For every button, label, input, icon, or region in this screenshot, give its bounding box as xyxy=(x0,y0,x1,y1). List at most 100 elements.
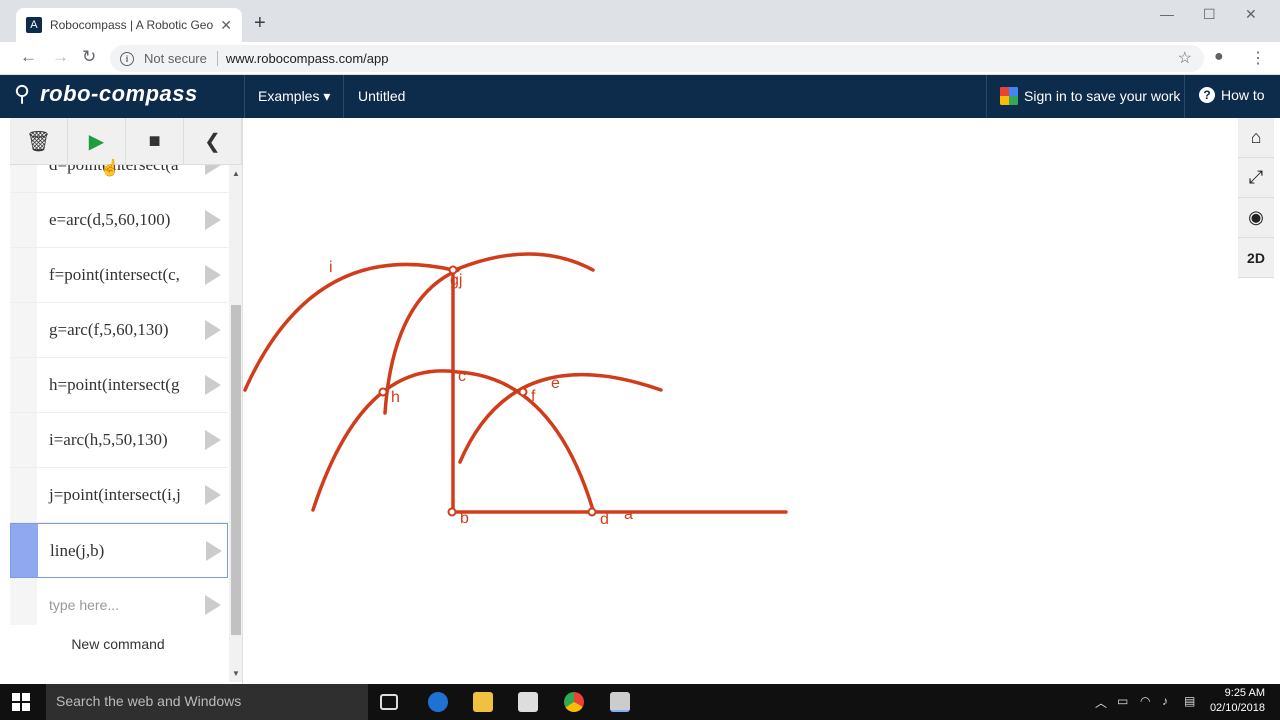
tray-chevron-icon[interactable]: ︿ xyxy=(1095,694,1107,711)
brand[interactable]: ⚲ robo-compass xyxy=(14,81,198,107)
battery-icon[interactable]: ▭ xyxy=(1117,694,1128,708)
security-label: Not secure xyxy=(144,51,218,66)
command-text[interactable]: j=point(intersect(i,j xyxy=(37,485,195,505)
scroll-thumb[interactable] xyxy=(231,305,241,635)
scroll-down-icon[interactable]: ▼ xyxy=(232,669,240,678)
run-command-icon[interactable] xyxy=(205,595,221,615)
app-window-icon[interactable] xyxy=(610,692,630,712)
command-text[interactable]: i=arc(h,5,50,130) xyxy=(37,430,195,450)
notifications-icon[interactable]: ▤ xyxy=(1184,694,1195,708)
run-command-icon[interactable] xyxy=(205,375,221,395)
command-gutter xyxy=(10,165,37,192)
command-row[interactable]: e=arc(d,5,60,100) xyxy=(10,193,228,248)
left-edge-strip xyxy=(0,118,10,684)
new-tab-button[interactable]: + xyxy=(254,12,266,35)
favicon-icon: A xyxy=(26,17,42,33)
trash-icon[interactable]: 🗑 xyxy=(10,118,68,165)
sign-in-label: Sign in to save your work xyxy=(1024,88,1181,104)
command-input-row[interactable]: type here... xyxy=(10,578,228,625)
how-to-button[interactable]: ? How to xyxy=(1199,87,1265,103)
clock[interactable]: 9:25 AM 02/10/2018 xyxy=(1205,686,1265,716)
reload-icon[interactable]: ↻ xyxy=(82,47,96,67)
drawing-canvas[interactable]: i gj c h f e b d a xyxy=(243,118,1280,684)
command-row[interactable]: i=arc(h,5,50,130) xyxy=(10,413,228,468)
address-bar[interactable]: i Not secure www.robocompass.com/app ☆ xyxy=(110,45,1204,72)
maximize-icon[interactable]: ☐ xyxy=(1203,6,1216,23)
label-i: i xyxy=(329,259,333,276)
side-toolbar: ⌂ ⤢ ◉ 2D xyxy=(1238,118,1274,278)
point-f xyxy=(518,387,528,397)
command-text[interactable]: f=point(intersect(c, xyxy=(37,265,195,285)
run-command-icon[interactable] xyxy=(205,485,221,505)
scroll-up-icon[interactable]: ▲ xyxy=(232,169,240,178)
sign-in-button[interactable]: Sign in to save your work xyxy=(1000,87,1180,105)
run-command-icon[interactable] xyxy=(205,265,221,285)
label-a: a xyxy=(624,506,633,523)
command-gutter xyxy=(11,524,38,577)
command-input[interactable]: type here... xyxy=(37,597,195,613)
label-b: b xyxy=(460,510,469,527)
screen: A Robocompass | A Robotic Geome ✕ + — ☐ … xyxy=(0,0,1280,720)
chrome-icon[interactable] xyxy=(564,692,584,712)
construction-drawing: i gj c h f e b d a xyxy=(243,252,788,528)
bookmark-star-icon[interactable]: ☆ xyxy=(1178,48,1192,68)
collapse-icon[interactable]: ❮ xyxy=(184,118,242,165)
header-divider xyxy=(1184,75,1185,118)
header-divider xyxy=(244,75,245,118)
point-h xyxy=(378,387,388,397)
stop-icon[interactable]: ■ xyxy=(126,118,184,165)
new-command-button[interactable]: New command xyxy=(10,636,226,652)
windows-start-icon[interactable] xyxy=(12,693,30,711)
point-b xyxy=(447,507,457,517)
run-command-icon[interactable] xyxy=(205,430,221,450)
label-gj: gj xyxy=(450,272,462,289)
command-text[interactable]: g=arc(f,5,60,130) xyxy=(37,320,195,340)
header-divider xyxy=(343,75,344,118)
command-list: d=point(intersect(a e=arc(d,5,60,100) f=… xyxy=(10,165,228,625)
close-tab-icon[interactable]: ✕ xyxy=(220,17,232,34)
command-text[interactable]: h=point(intersect(g xyxy=(37,375,195,395)
label-d: d xyxy=(600,511,609,528)
command-gutter xyxy=(10,248,37,302)
run-command-icon[interactable] xyxy=(205,320,221,340)
command-row[interactable]: f=point(intersect(c, xyxy=(10,248,228,303)
info-icon[interactable]: i xyxy=(120,51,134,66)
command-gutter xyxy=(10,358,37,412)
mouse-cursor-icon: ☝ xyxy=(100,160,120,177)
command-text[interactable]: line(j,b) xyxy=(38,541,196,561)
menu-dots-icon[interactable]: ⋮ xyxy=(1250,48,1266,68)
run-command-icon[interactable] xyxy=(206,540,222,561)
fullscreen-icon[interactable]: ⤢ xyxy=(1238,158,1274,198)
browser-tab[interactable]: A Robocompass | A Robotic Geome ✕ xyxy=(16,8,242,42)
forward-icon[interactable]: → xyxy=(52,47,69,67)
minimize-icon[interactable]: — xyxy=(1160,6,1174,22)
command-scrollbar[interactable]: ▲ ▼ xyxy=(229,165,242,682)
file-explorer-icon[interactable] xyxy=(473,692,493,712)
mode-2d-button[interactable]: 2D xyxy=(1238,238,1274,278)
command-gutter xyxy=(10,193,37,247)
profile-icon[interactable]: ● xyxy=(1214,48,1224,66)
command-text[interactable]: e=arc(d,5,60,100) xyxy=(37,210,195,230)
taskbar-search[interactable]: Search the web and Windows xyxy=(46,684,368,720)
home-icon[interactable]: ⌂ xyxy=(1238,118,1274,158)
window-close-icon[interactable]: ✕ xyxy=(1245,6,1257,23)
run-command-icon[interactable] xyxy=(205,210,221,230)
back-icon[interactable]: ← xyxy=(20,47,37,67)
examples-menu[interactable]: Examples ▾ xyxy=(258,88,330,105)
url-text[interactable]: www.robocompass.com/app xyxy=(226,51,389,66)
document-title[interactable]: Untitled xyxy=(358,88,405,104)
command-row[interactable]: g=arc(f,5,60,130) xyxy=(10,303,228,358)
panel-toolbar: 🗑 ▶ ■ ❮ xyxy=(10,118,242,165)
command-row[interactable]: j=point(intersect(i,j xyxy=(10,468,228,523)
command-gutter xyxy=(10,468,37,522)
run-command-icon[interactable] xyxy=(205,165,221,175)
command-row[interactable]: h=point(intersect(g xyxy=(10,358,228,413)
task-view-icon[interactable] xyxy=(380,694,398,710)
how-to-label: How to xyxy=(1221,87,1265,103)
wifi-icon[interactable]: ◠ xyxy=(1140,694,1150,708)
store-icon[interactable] xyxy=(518,692,538,712)
command-row-active[interactable]: line(j,b) xyxy=(10,523,228,578)
eye-icon[interactable]: ◉ xyxy=(1238,198,1274,238)
volume-icon[interactable]: ♪ xyxy=(1162,694,1168,708)
edge-icon[interactable] xyxy=(428,692,448,712)
